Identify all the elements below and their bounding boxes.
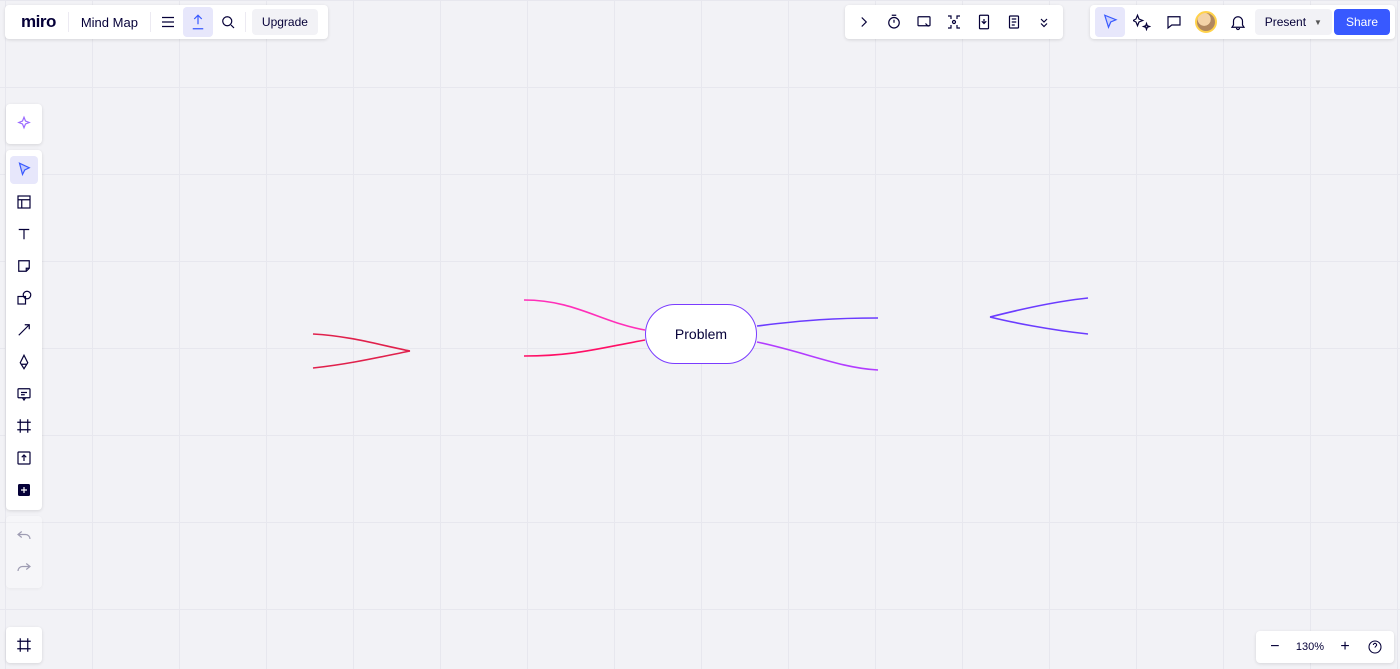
pen-tool[interactable] [10,348,38,376]
screen-share-button[interactable] [909,7,939,37]
frame-tool[interactable] [10,412,38,440]
frame-navigator[interactable] [6,627,42,663]
talktrack-button[interactable] [969,7,999,37]
hamburger-icon [159,13,177,31]
upgrade-label: Upgrade [262,15,308,29]
arrow-icon [15,321,33,339]
topbar-left: miro Mind Map Upgrade [5,5,328,39]
search-icon [219,13,237,31]
chevron-right-icon [855,13,873,31]
upload-tool[interactable] [10,444,38,472]
ai-sparkle-icon [15,115,33,133]
comments-button[interactable] [1159,7,1189,37]
chevron-down-double-icon [1035,13,1053,31]
shape-icon [15,289,33,307]
cursor-tracking-button[interactable] [1095,7,1125,37]
sticky-icon [15,257,33,275]
collapse-button[interactable] [849,7,879,37]
zoom-in-button[interactable]: + [1332,634,1358,660]
frame-icon [15,417,33,435]
timer-button[interactable] [879,7,909,37]
sticky-note-tool[interactable] [10,252,38,280]
user-avatar[interactable] [1195,11,1217,33]
download-doc-icon [975,13,993,31]
divider [245,12,246,32]
comment-tool-icon [15,385,33,403]
connection-tool[interactable] [10,316,38,344]
mindmap-central-node[interactable]: Problem [645,304,757,364]
shape-tool[interactable] [10,284,38,312]
redo-icon [15,559,33,577]
help-button[interactable] [1362,634,1388,660]
chevron-down-icon: ▼ [1314,18,1322,27]
present-label: Present [1265,15,1306,29]
undo-redo-panel [6,516,42,588]
ai-assist-tool[interactable] [10,110,38,138]
comment-icon [1165,13,1183,31]
main-menu-button[interactable] [153,7,183,37]
timer-icon [885,13,903,31]
upload-icon [15,449,33,467]
zoom-out-button[interactable]: − [1262,634,1288,660]
bell-icon [1229,13,1247,31]
templates-tool[interactable] [10,188,38,216]
share-button[interactable]: Share [1334,9,1390,35]
select-tool[interactable] [10,156,38,184]
reactions-button[interactable] [1127,7,1157,37]
ai-panel [6,104,42,144]
pen-icon [15,353,33,371]
comment-tool[interactable] [10,380,38,408]
frame-nav-icon [15,636,33,654]
topbar-right-tools [845,5,1063,39]
help-icon [1367,639,1383,655]
zoom-controls: − 130% + [1256,631,1394,663]
upgrade-button[interactable]: Upgrade [252,9,318,35]
tools-panel [6,150,42,510]
redo-button[interactable] [10,554,38,582]
sparkle-icon [1133,13,1151,31]
divider [150,12,151,32]
notes-icon [1005,13,1023,31]
divider [68,12,69,32]
zoom-level[interactable]: 130% [1292,641,1328,653]
screen-icon [915,13,933,31]
export-icon [189,13,207,31]
text-icon [15,225,33,243]
notes-button[interactable] [999,7,1029,37]
notifications-button[interactable] [1223,7,1253,37]
search-button[interactable] [213,7,243,37]
left-toolbar [6,104,42,588]
mindmap-central-node-label: Problem [675,326,727,342]
target-icon [945,13,963,31]
undo-icon [15,527,33,545]
cursor-icon [1101,13,1119,31]
share-label: Share [1346,15,1378,29]
voting-button[interactable] [939,7,969,37]
template-icon [15,193,33,211]
undo-button[interactable] [10,522,38,550]
plus-square-icon [15,481,33,499]
export-button[interactable] [183,7,213,37]
app-logo[interactable]: miro [11,12,66,32]
board-title[interactable]: Mind Map [71,15,148,30]
more-apps-tool[interactable] [10,476,38,504]
topbar-right-collab: Present ▼ Share [1090,5,1395,39]
more-tools-button[interactable] [1029,7,1059,37]
text-tool[interactable] [10,220,38,248]
present-button[interactable]: Present ▼ [1255,9,1332,35]
pointer-icon [15,161,33,179]
